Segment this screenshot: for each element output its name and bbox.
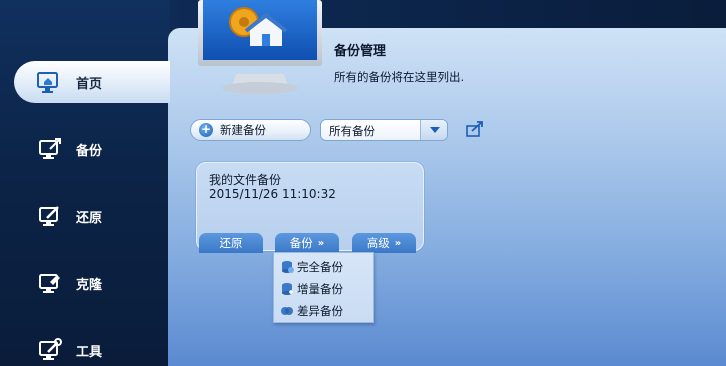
backup-filter-select[interactable]: 所有备份 xyxy=(320,119,448,141)
backup-card[interactable]: 我的文件备份 2015/11/26 11:10:32 还原 备份 » 高级 » xyxy=(196,162,424,253)
sidebar-item-label: 备份 xyxy=(76,144,103,159)
menu-item-incremental-backup[interactable]: 增量备份 xyxy=(274,278,373,300)
restore-monitor-icon xyxy=(39,206,59,226)
sidebar-item-tools[interactable]: 工具 xyxy=(0,328,168,366)
sidebar-item-backup[interactable]: 备份 xyxy=(0,127,168,171)
sidebar-item-label: 首页 xyxy=(76,77,103,92)
backup-monitor-icon xyxy=(39,138,61,159)
plus-icon: + xyxy=(199,122,213,137)
full-backup-icon xyxy=(282,261,294,273)
tools-monitor-icon xyxy=(39,338,62,360)
sidebar xyxy=(0,0,170,366)
home-monitor-icon xyxy=(37,72,58,93)
sidebar-item-label: 还原 xyxy=(76,211,103,226)
page-title: 备份管理 xyxy=(334,44,387,59)
backup-filter-value: 所有备份 xyxy=(329,124,375,138)
differential-backup-icon xyxy=(281,307,293,315)
backup-label: 备份 xyxy=(289,236,313,250)
backup-time: 2015/11/26 11:10:32 xyxy=(209,187,336,201)
chevron-double-down-icon: » xyxy=(317,237,325,249)
incremental-backup-icon xyxy=(282,283,293,295)
menu-item-label: 差异备份 xyxy=(297,304,343,318)
backup-manager-monitor-icon xyxy=(198,0,322,94)
new-backup-button[interactable]: + 新建备份 xyxy=(190,119,311,141)
restore-button[interactable]: 还原 xyxy=(199,233,263,253)
backup-name: 我的文件备份 xyxy=(209,173,282,187)
sidebar-item-restore[interactable]: 还原 xyxy=(0,194,168,238)
clone-monitor-icon xyxy=(39,274,60,293)
export-icon[interactable] xyxy=(466,121,484,137)
sidebar-item-label: 工具 xyxy=(76,345,103,360)
menu-item-label: 增量备份 xyxy=(297,282,343,296)
advanced-button[interactable]: 高级 » xyxy=(352,233,416,253)
menu-item-differential-backup[interactable]: 差异备份 xyxy=(274,300,373,322)
backup-button[interactable]: 备份 » xyxy=(275,233,339,253)
chevron-down-icon[interactable] xyxy=(420,120,447,140)
restore-label: 还原 xyxy=(219,236,243,250)
advanced-label: 高级 xyxy=(366,236,390,250)
page-subtitle: 所有的备份将在这里列出. xyxy=(334,70,465,84)
sidebar-item-clone[interactable]: 克隆 xyxy=(0,261,168,305)
new-backup-label: 新建备份 xyxy=(220,123,266,137)
menu-item-label: 完全备份 xyxy=(297,260,343,274)
chevron-double-down-icon: » xyxy=(394,237,402,249)
sidebar-item-home[interactable]: 首页 xyxy=(14,61,170,103)
backup-type-menu: 完全备份 增量备份 差异备份 xyxy=(273,252,374,323)
menu-item-full-backup[interactable]: 完全备份 xyxy=(274,256,373,278)
sidebar-item-label: 克隆 xyxy=(76,278,103,293)
